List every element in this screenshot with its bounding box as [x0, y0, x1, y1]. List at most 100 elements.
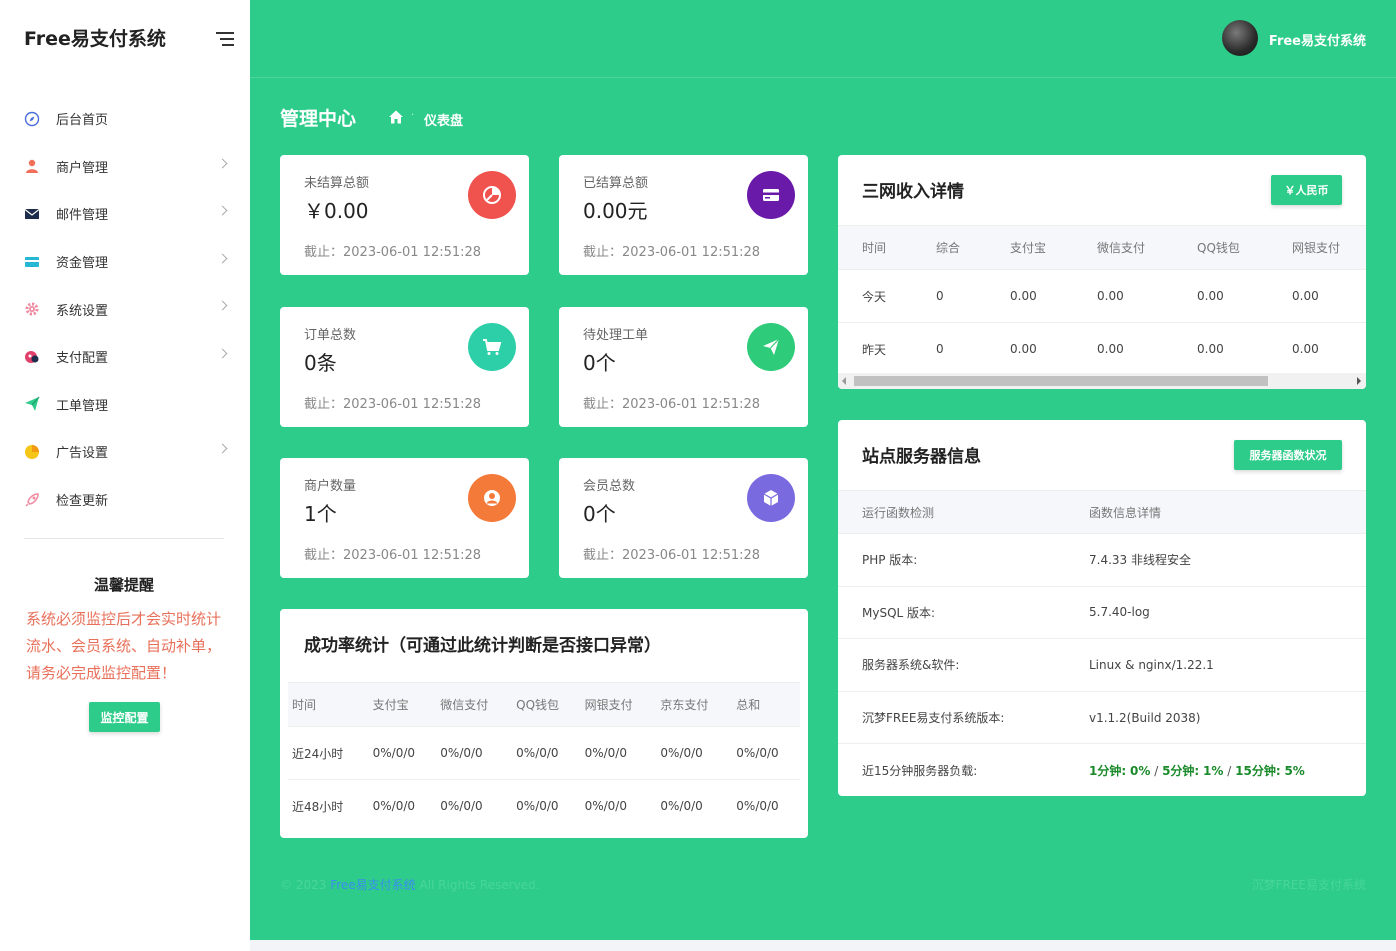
sidebar-item-ads[interactable]: 广告设置: [0, 428, 250, 476]
table-cell: PHP 版本:: [838, 533, 1089, 587]
table-cell: 0.00: [1197, 269, 1292, 323]
table-cell: MySQL 版本:: [838, 586, 1089, 640]
breadcrumb[interactable]: 仪表盘: [424, 110, 463, 129]
table-cell: 0%/0/0: [736, 799, 779, 814]
breadcrumb-separator: ·: [411, 110, 415, 121]
load-5m-label: 5分钟:: [1162, 763, 1200, 778]
stat-value: 0个: [583, 502, 616, 526]
footer-suffix: All Rights Reserved.: [419, 878, 540, 892]
sidebar-nav: 后台首页 商户管理 邮件管理 资金管理 系统设置 支付配置 工单管理 广告设置 …: [0, 95, 250, 523]
sidebar-divider: [24, 538, 224, 539]
table-cell: 今天: [838, 269, 936, 323]
paper-plane-icon: [24, 396, 40, 412]
sidebar-item-mail[interactable]: 邮件管理: [0, 190, 250, 238]
column-header: 函数信息详情: [1089, 490, 1366, 534]
sidebar-item-label: 后台首页: [56, 113, 109, 129]
column-header: 网银支付: [580, 682, 657, 727]
stat-time: 截止：2023-06-01 12:51:28: [304, 245, 482, 260]
chevron-right-icon: [217, 300, 228, 311]
chevron-right-icon: [217, 158, 228, 169]
menu-toggle-icon[interactable]: [216, 32, 234, 46]
currency-button[interactable]: ￥人民币: [1271, 175, 1342, 205]
column-header: 时间: [838, 225, 936, 270]
stat-time: 截止：2023-06-01 12:51:28: [583, 245, 761, 260]
pie-chart-icon: [24, 444, 40, 460]
table-cell: 近48小时: [292, 799, 344, 814]
scrollbar-thumb[interactable]: [854, 376, 1268, 386]
brand-logo[interactable]: Free易支付系统: [24, 24, 166, 51]
table-cell: 0: [936, 269, 1010, 323]
user-circle-icon: [468, 474, 516, 522]
sidebar-item-payment[interactable]: 支付配置: [0, 333, 250, 381]
header-username[interactable]: Free易支付系统: [1269, 30, 1366, 49]
scroll-left-icon[interactable]: [842, 377, 846, 385]
avatar[interactable]: [1222, 20, 1258, 56]
sidebar-item-label: 系统设置: [56, 303, 109, 319]
load-separator: /: [1227, 763, 1232, 778]
table-cell: 0%/0/0: [440, 799, 483, 814]
sidebar-item-label: 支付配置: [56, 351, 109, 367]
sidebar-item-merchant[interactable]: 商户管理: [0, 143, 250, 191]
load-separator: /: [1154, 763, 1159, 778]
pie-chart-icon: [468, 171, 516, 219]
table-row: 服务器系统&软件: Linux & nginx/1.22.1: [838, 638, 1366, 692]
credit-card-icon: [747, 171, 795, 219]
stat-value: 1个: [304, 502, 337, 526]
stat-card-merchants: 商户数量 1个 截止：2023-06-01 12:51:28: [280, 458, 529, 578]
load-1m: 0%: [1129, 763, 1151, 778]
table-row: 沉梦FREE易支付系统版本: v1.1.2(Build 2038): [838, 691, 1366, 745]
top-header: Free易支付系统: [250, 0, 1396, 78]
table-row: 近48小时 0%/0/0 0%/0/0 0%/0/0 0%/0/0 0%/0/0…: [288, 780, 800, 833]
column-header: QQ钱包: [1197, 225, 1292, 270]
table-cell: 0.00: [1292, 322, 1366, 376]
table-cell: 昨天: [838, 322, 936, 376]
chevron-right-icon: [217, 348, 228, 359]
sidebar-item-home[interactable]: 后台首页: [0, 95, 250, 143]
shopping-cart-icon: [468, 323, 516, 371]
chevron-right-icon: [217, 205, 228, 216]
footer-copyright: © 2023 Free易支付系统 All Rights Reserved.: [280, 876, 540, 893]
table-cell: 0%/0/0: [368, 726, 437, 780]
load-15m: 5%: [1284, 763, 1305, 778]
sidebar-item-settings[interactable]: 系统设置: [0, 285, 250, 333]
column-header: 京东支付: [656, 682, 733, 727]
stat-label: 商户数量: [304, 479, 357, 494]
sidebar-item-tickets[interactable]: 工单管理: [0, 381, 250, 429]
sidebar-item-funds[interactable]: 资金管理: [0, 238, 250, 286]
stat-time: 截止：2023-06-01 12:51:28: [304, 548, 482, 563]
column-header: QQ钱包: [512, 682, 581, 727]
footer-prefix: © 2023: [280, 878, 327, 892]
sidebar-item-label: 资金管理: [56, 256, 109, 272]
server-functions-button[interactable]: 服务器函数状况: [1234, 440, 1342, 470]
gear-icon: [24, 301, 40, 317]
server-info-panel: 站点服务器信息 服务器函数状况 运行函数检测 函数信息详情 PHP 版本: 7.…: [838, 420, 1366, 796]
stat-time: 截止：2023-06-01 12:51:28: [583, 397, 761, 412]
table-cell: 近24小时: [288, 726, 369, 780]
sidebar-item-update[interactable]: 检查更新: [0, 476, 250, 524]
stat-label: 未结算总额: [304, 176, 370, 191]
column-header: 总和: [732, 682, 800, 727]
table-cell: 服务器系统&软件:: [838, 638, 1089, 692]
cube-icon: [747, 474, 795, 522]
stat-time: 截止：2023-06-01 12:51:28: [583, 548, 761, 563]
table-cell: 0%/0/0: [580, 726, 657, 780]
notice-title: 温馨提醒: [93, 576, 154, 594]
column-header: 时间: [288, 682, 369, 727]
table-row: PHP 版本: 7.4.33 非线程安全: [838, 533, 1366, 587]
table-row: 今天 0 0.00 0.00 0.00 0.00: [838, 269, 1366, 323]
scroll-right-icon[interactable]: [1357, 377, 1361, 385]
sidebar-item-label: 工单管理: [56, 398, 109, 414]
load-15m-label: 15分钟:: [1235, 763, 1281, 778]
home-icon[interactable]: [388, 109, 404, 125]
stat-value: 0.00元: [583, 199, 648, 223]
footer-link[interactable]: Free易支付系统: [330, 878, 415, 892]
envelope-icon: [24, 206, 40, 222]
stat-card-unsettled: 未结算总额 ￥0.00 截止：2023-06-01 12:51:28: [280, 155, 529, 275]
monitor-config-button[interactable]: 监控配置: [89, 702, 160, 732]
table-cell: 0.00: [1097, 269, 1197, 323]
footer-right: 沉梦FREE易支付系统: [1251, 878, 1366, 892]
table-cell: 0: [936, 322, 1010, 376]
horizontal-scrollbar[interactable]: [838, 373, 1366, 389]
stat-card-settled: 已结算总额 0.00元 截止：2023-06-01 12:51:28: [559, 155, 808, 275]
page-title: 管理中心: [280, 108, 357, 130]
